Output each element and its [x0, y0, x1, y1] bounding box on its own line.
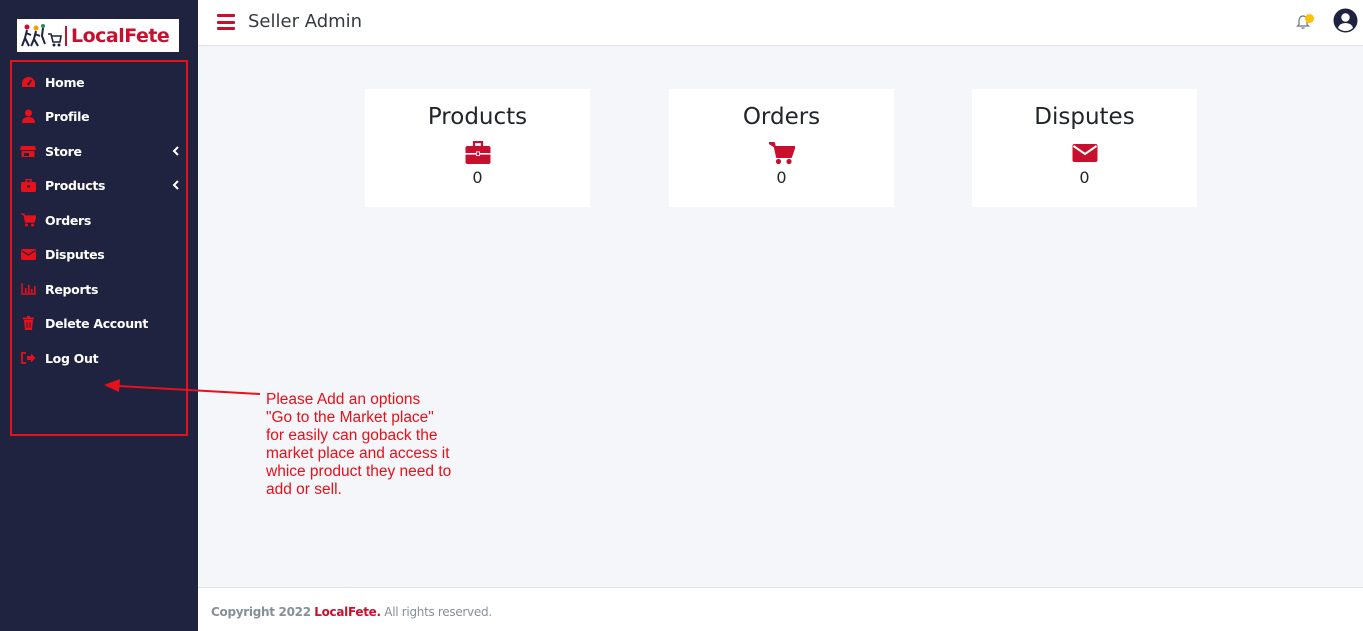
sidebar-item-label: Log Out	[45, 350, 99, 366]
annotation-note: Please Add an options "Go to the Market …	[266, 391, 486, 499]
logo-mark-icon	[21, 23, 62, 46]
card-value: 0	[472, 168, 483, 187]
notification-badge	[1305, 14, 1314, 23]
footer-copyright: Copyright 2022 LocalFete. All rights res…	[211, 605, 492, 619]
envelope-icon	[20, 246, 36, 262]
sidebar-item-reports[interactable]: Reports	[20, 277, 184, 301]
sidebar-item-delete-account[interactable]: Delete Account	[20, 311, 184, 335]
logo-text: LocalFete	[71, 24, 170, 47]
annotation-line: market place and access it	[266, 445, 450, 462]
trash-icon	[20, 315, 36, 331]
card-title: Products	[427, 104, 528, 130]
annotation-line: for easily can goback the	[266, 427, 438, 444]
footer-brand-link[interactable]: LocalFete.	[314, 605, 381, 619]
sidebar-item-label: Reports	[45, 281, 99, 297]
sidebar-item-disputes[interactable]: Disputes	[20, 242, 184, 266]
card-title: Disputes	[1034, 104, 1135, 130]
user-circle-icon[interactable]	[1333, 8, 1358, 33]
store-icon	[20, 143, 36, 159]
cart-icon	[20, 212, 36, 228]
sidebar-item-store[interactable]: Store	[20, 139, 184, 163]
top-bar: Seller Admin	[198, 0, 1363, 46]
chevron-left-icon	[172, 146, 179, 156]
briefcase-icon	[20, 177, 36, 193]
sidebar-item-label: Products	[45, 177, 106, 193]
sidebar: LocalFete Home Profile Store Products Or…	[0, 0, 198, 631]
sidebar-item-orders[interactable]: Orders	[20, 208, 184, 232]
sidebar-item-products[interactable]: Products	[20, 173, 184, 197]
cart-icon	[768, 142, 795, 165]
annotation-line: whice product they need to	[266, 463, 452, 480]
card-title: Orders	[742, 104, 821, 130]
dashboard-icon	[20, 74, 36, 90]
logo[interactable]: LocalFete	[17, 19, 179, 52]
sidebar-item-label: Delete Account	[45, 315, 149, 331]
sidebar-item-label: Disputes	[45, 246, 105, 262]
card-value: 0	[776, 168, 787, 187]
page-title: Seller Admin	[248, 11, 363, 32]
sidebar-item-label: Profile	[45, 108, 90, 124]
sidebar-item-label: Orders	[45, 212, 92, 228]
footer-suffix: All rights reserved.	[384, 605, 492, 619]
sidebar-item-home[interactable]: Home	[20, 70, 184, 94]
disputes-card[interactable]: Disputes 0	[972, 89, 1197, 207]
sidebar-item-label: Store	[45, 143, 82, 159]
card-value: 0	[1079, 168, 1090, 187]
products-card[interactable]: Products 0	[365, 89, 590, 207]
chart-icon	[20, 281, 36, 297]
menu-toggle-icon[interactable]	[217, 14, 235, 30]
briefcase-icon	[465, 141, 490, 164]
logout-icon	[20, 350, 36, 366]
annotation-line: Please Add an options	[266, 391, 421, 408]
sidebar-item-label: Home	[45, 74, 85, 90]
footer: Copyright 2022 LocalFete. All rights res…	[198, 587, 1363, 631]
annotation-line: "Go to the Market place"	[266, 409, 434, 426]
annotation-arrow	[104, 379, 261, 395]
logo-divider	[65, 25, 67, 46]
orders-card[interactable]: Orders 0	[669, 89, 894, 207]
annotation-line: add or sell.	[266, 481, 342, 498]
footer-prefix: Copyright 2022	[211, 605, 311, 619]
user-icon	[20, 108, 36, 124]
sidebar-item-log-out[interactable]: Log Out	[20, 346, 184, 370]
envelope-icon	[1072, 144, 1097, 162]
sidebar-item-profile[interactable]: Profile	[20, 104, 184, 128]
chevron-left-icon	[172, 180, 179, 190]
